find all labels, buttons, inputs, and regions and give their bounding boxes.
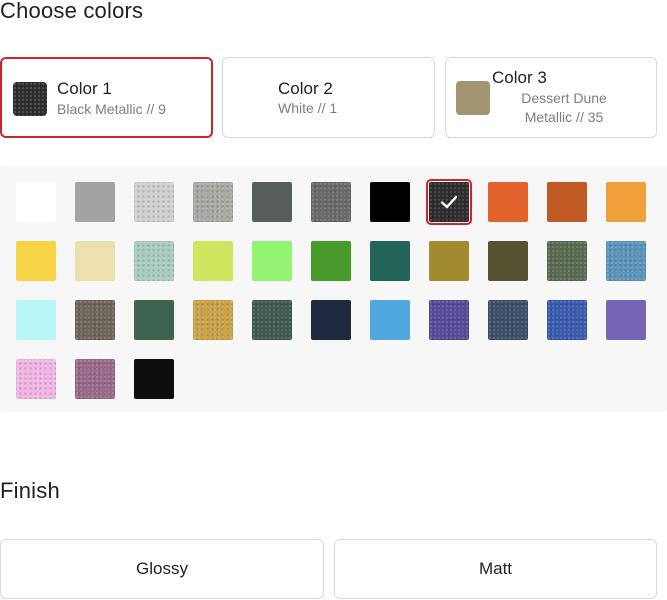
color-slot-3-label: Color 3 (492, 68, 547, 87)
color-swatch[interactable] (193, 182, 233, 222)
color-slot-1-swatch (13, 82, 47, 116)
color-swatch[interactable] (488, 182, 528, 222)
color-slot-1-value: Black Metallic // 9 (57, 101, 166, 117)
color-swatch[interactable] (134, 359, 174, 399)
color-slot-1[interactable]: Color 1 Black Metallic // 9 (0, 57, 213, 138)
color-slot-2-label: Color 2 (278, 79, 333, 98)
color-swatch[interactable] (134, 300, 174, 340)
color-swatch[interactable] (252, 182, 292, 222)
color-palette (0, 166, 667, 412)
finish-glossy-button[interactable]: Glossy (0, 539, 324, 599)
color-swatch[interactable] (16, 300, 56, 340)
color-swatch[interactable] (75, 300, 115, 340)
color-slot-2-value: White // 1 (278, 100, 338, 116)
color-swatch[interactable] (193, 241, 233, 281)
color-slot-3-value: Dessert Dune Metallic // 35 (521, 90, 607, 125)
finish-title: Finish (0, 478, 60, 503)
check-icon (440, 195, 458, 209)
color-swatch[interactable] (547, 182, 587, 222)
color-swatch[interactable] (370, 241, 410, 281)
color-swatch[interactable] (75, 241, 115, 281)
color-slot-2[interactable]: Color 2 White // 1 (222, 57, 435, 138)
color-swatch[interactable] (547, 300, 587, 340)
color-swatch[interactable] (311, 300, 351, 340)
color-swatch[interactable] (134, 182, 174, 222)
color-swatch[interactable] (16, 241, 56, 281)
color-swatch[interactable] (606, 300, 646, 340)
color-swatch[interactable] (311, 241, 351, 281)
color-swatch[interactable] (429, 241, 469, 281)
color-swatch[interactable] (488, 300, 528, 340)
color-swatch[interactable] (429, 300, 469, 340)
color-swatch[interactable] (134, 241, 174, 281)
choose-colors-title: Choose colors (0, 0, 144, 23)
color-slot-3[interactable]: Color 3 Dessert Dune Metallic // 35 (445, 57, 657, 138)
color-swatch[interactable] (370, 300, 410, 340)
color-swatch[interactable] (193, 300, 233, 340)
color-slot-3-swatch (456, 81, 490, 115)
color-swatch[interactable] (252, 241, 292, 281)
finish-matt-button[interactable]: Matt (334, 539, 657, 599)
color-swatch[interactable] (311, 182, 351, 222)
color-swatch[interactable] (75, 359, 115, 399)
color-swatch[interactable] (252, 300, 292, 340)
color-swatch[interactable] (547, 241, 587, 281)
color-swatch[interactable] (606, 182, 646, 222)
color-swatch[interactable] (16, 359, 56, 399)
color-swatch[interactable] (16, 182, 56, 222)
color-swatch[interactable] (75, 182, 115, 222)
color-swatch[interactable] (488, 241, 528, 281)
color-slot-1-label: Color 1 (57, 79, 112, 98)
color-swatch[interactable] (370, 182, 410, 222)
color-swatch[interactable] (429, 182, 469, 222)
color-swatch[interactable] (606, 241, 646, 281)
